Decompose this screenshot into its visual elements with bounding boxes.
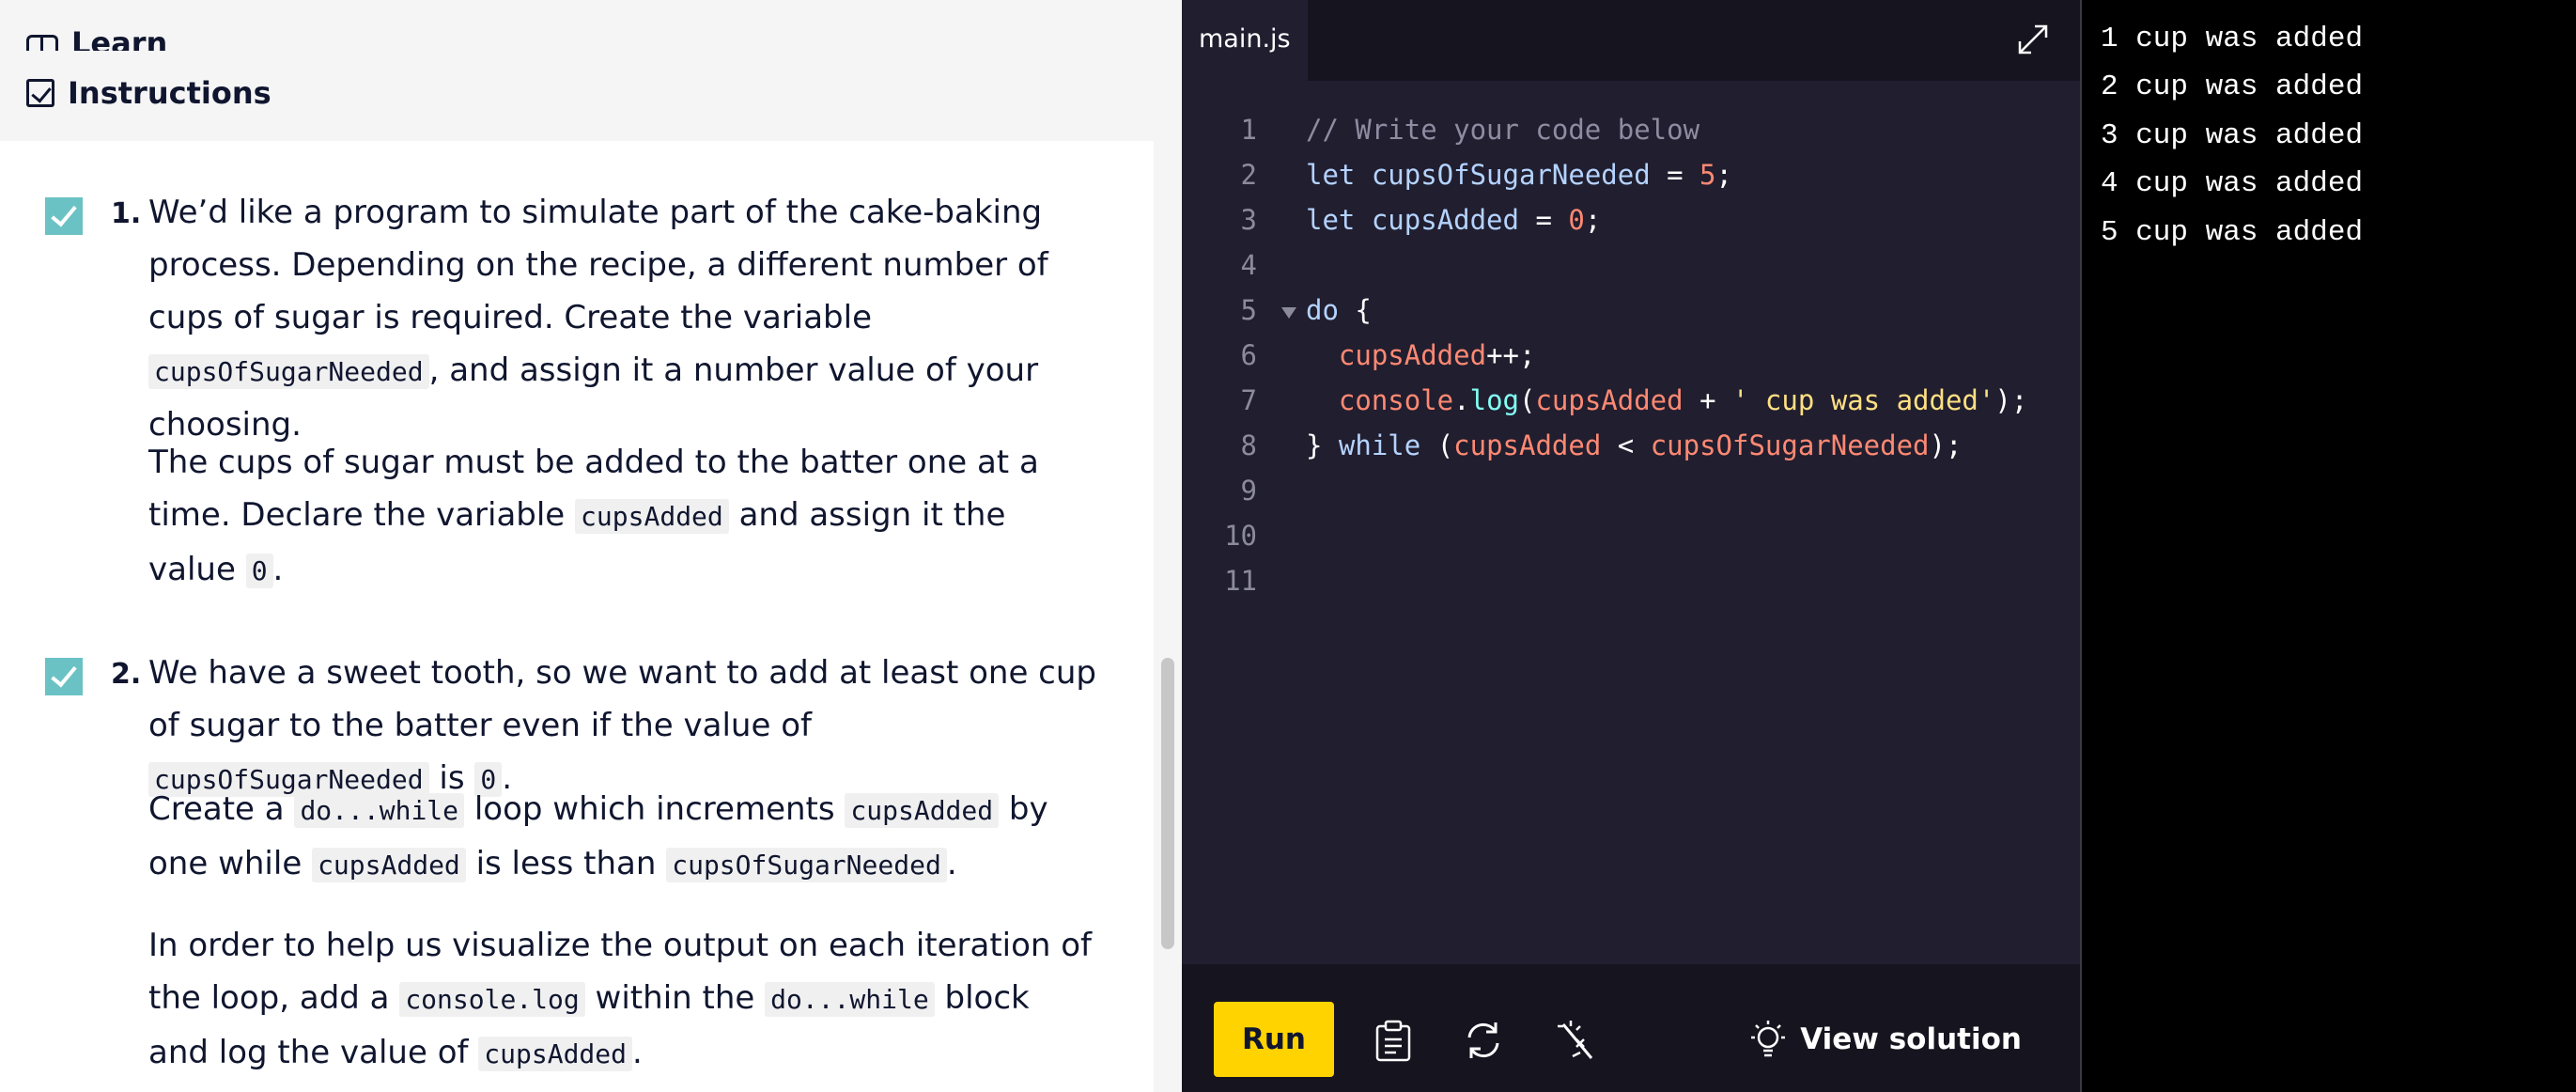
expand-icon[interactable]	[2014, 21, 2052, 58]
output-line: 3 cup was added	[2101, 119, 2364, 152]
magic-wand-icon[interactable]	[1552, 1017, 1599, 1064]
code-line-5: do {	[1306, 294, 1372, 326]
code-line-6: cupsAdded++;	[1338, 339, 1536, 371]
output-line: 1 cup was added	[2101, 23, 2364, 55]
lightbulb-icon	[1751, 1021, 1786, 1057]
line-number: 2	[1240, 159, 1257, 191]
view-solution-button[interactable]: View solution	[1747, 1009, 2022, 1069]
code-line-2: let cupsOfSugarNeeded = 5;	[1306, 159, 1732, 191]
task-complete-check-icon[interactable]	[45, 197, 83, 235]
line-number: 7	[1240, 384, 1257, 416]
inline-code: cupsAdded	[312, 848, 466, 882]
code-content[interactable]: // Write your code below let cupsOfSugar…	[1306, 107, 2027, 603]
inline-code: cupsAdded	[845, 793, 1000, 828]
code-line-8: } while (cupsAdded < cupsOfSugarNeeded);	[1306, 429, 1963, 461]
line-number: 6	[1240, 339, 1257, 371]
output-console: 1 cup was added 2 cup was added 3 cup wa…	[2080, 0, 2576, 1092]
output-line: 4 cup was added	[2101, 167, 2364, 200]
output-line: 2 cup was added	[2101, 70, 2364, 103]
inline-code: do...while	[294, 793, 465, 828]
line-number: 4	[1240, 249, 1257, 281]
checkbox-icon	[26, 79, 54, 107]
task-paragraph: In order to help us visualize the output…	[148, 927, 1093, 1071]
learn-tab[interactable]: Learn	[26, 23, 167, 51]
scrollbar-thumb[interactable]	[1161, 658, 1174, 949]
code-line-1: // Write your code below	[1306, 114, 1700, 146]
line-number: 1	[1240, 114, 1257, 146]
line-number: 3	[1240, 204, 1257, 236]
inline-code: 0	[245, 554, 273, 588]
task-paragraph: The cups of sugar must be added to the b…	[148, 444, 1039, 588]
inline-code: cupsOfSugarNeeded	[148, 354, 429, 389]
inline-code: cupsOfSugarNeeded	[666, 848, 947, 882]
instructions-tab[interactable]: Instructions	[26, 75, 272, 111]
instructions-label: Instructions	[68, 75, 272, 111]
task-number: 2.	[111, 658, 142, 691]
task-paragraph: We’d like a program to simulate part of …	[148, 194, 1048, 444]
task-paragraph: Create a do...while loop which increment…	[148, 790, 1048, 882]
line-number: 5	[1240, 294, 1257, 326]
line-number: 9	[1240, 475, 1257, 507]
inline-code: console.log	[399, 982, 585, 1017]
fold-arrow-icon[interactable]	[1281, 307, 1296, 319]
file-tab-main-js[interactable]: main.js	[1182, 0, 1308, 81]
run-button[interactable]: Run	[1214, 1002, 1334, 1077]
code-line-7: console.log(cupsAdded + ' cup was added'…	[1338, 384, 2028, 416]
book-icon	[26, 35, 58, 51]
instructions-panel: Learn Instructions 1. We’d like a progra…	[0, 0, 1154, 1092]
line-number: 10	[1224, 520, 1257, 552]
line-number-gutter: 1 2 3 4 5 6 7 8 9 10 11	[1182, 107, 1257, 603]
editor-toolbar: Run View solution	[1182, 964, 2080, 1092]
code-editor[interactable]: main.js 1 2 3 4 5 6 7 8 9 10 11 // Write…	[1182, 0, 2080, 1092]
view-solution-label: View solution	[1800, 1022, 2022, 1056]
line-number: 11	[1224, 565, 1257, 597]
inline-code: cupsAdded	[478, 1037, 632, 1071]
output-line: 5 cup was added	[2101, 216, 2364, 249]
task-number: 1.	[111, 197, 142, 230]
editor-tab-bar: main.js	[1182, 0, 2080, 81]
clipboard-icon[interactable]	[1370, 1017, 1417, 1064]
learn-label: Learn	[71, 25, 168, 51]
line-number: 8	[1240, 429, 1257, 461]
task-complete-check-icon[interactable]	[45, 658, 83, 695]
inline-code: do...while	[765, 982, 935, 1017]
code-line-3: let cupsAdded = 0;	[1306, 204, 1602, 236]
refresh-icon[interactable]	[1460, 1017, 1507, 1064]
instructions-header: Learn Instructions	[0, 0, 1154, 141]
inline-code: cupsAdded	[575, 499, 729, 534]
